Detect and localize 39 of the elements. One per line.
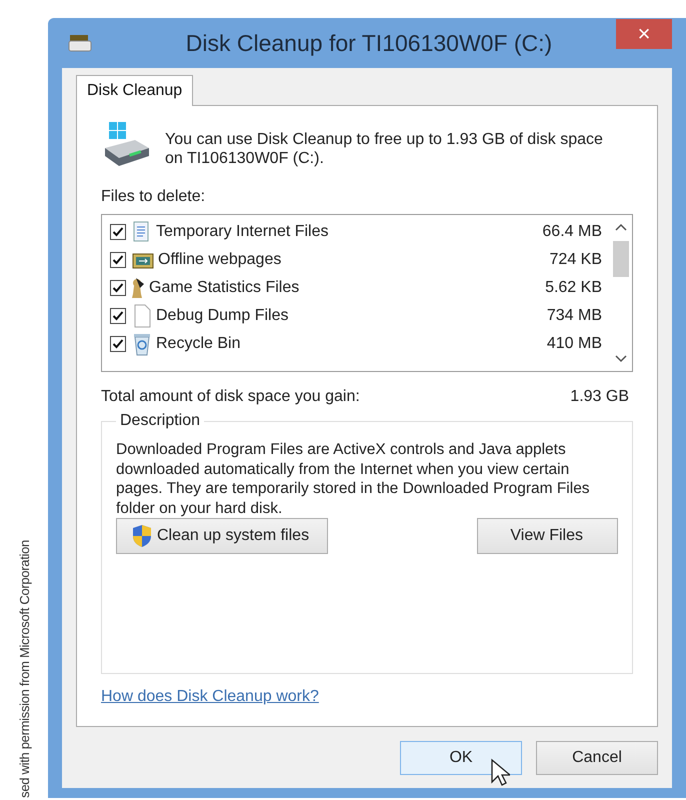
credit-line: sed with permission from Microsoft Corporation <box>16 540 32 798</box>
close-button[interactable]: × <box>616 19 672 49</box>
file-size: 734 MB <box>546 307 602 325</box>
file-name: Offline webpages <box>158 251 282 269</box>
shield-icon <box>131 524 153 548</box>
files-label: Files to delete: <box>101 188 206 206</box>
view-files-button[interactable]: View Files <box>477 518 618 554</box>
total-label: Total amount of disk space you gain: <box>101 388 360 406</box>
scroll-up-icon[interactable] <box>615 223 627 231</box>
clean-up-button[interactable]: Clean up system files <box>116 518 328 554</box>
file-name: Game Statistics Files <box>149 279 300 297</box>
file-name: Recycle Bin <box>156 335 242 353</box>
description-text: Downloaded Program Files are ActiveX controls and Java applets downloaded automatically from the Internet when you view certain pages. They are temporarily stored in the Downloaded Program Files folder on your hard disk. <box>116 440 591 518</box>
scroll-down-icon[interactable] <box>615 355 627 363</box>
recycle-bin-icon <box>132 332 152 356</box>
file-name: Debug Dump Files <box>156 307 290 325</box>
checkbox[interactable] <box>110 280 126 296</box>
help-link[interactable]: How does Disk Cleanup work? <box>101 688 319 706</box>
file-size: 724 KB <box>550 251 602 269</box>
mouse-pointer-icon <box>490 758 510 788</box>
blank-file-icon <box>132 304 152 328</box>
checkbox[interactable] <box>110 336 126 352</box>
checkbox[interactable] <box>110 224 126 240</box>
intro-text: You can use Disk Cleanup to free up to 1.93 GB of disk space on TI106130W0F (C:). <box>165 130 604 168</box>
scrollbar-thumb[interactable] <box>613 241 629 277</box>
total-value: 1.93 GB <box>570 388 629 406</box>
disk-cleanup-icon <box>68 33 92 53</box>
checkbox[interactable] <box>110 252 126 268</box>
file-size: 410 MB <box>546 335 602 353</box>
description-title: Description <box>119 412 202 430</box>
dialog-button[interactable]: Cancel <box>536 741 658 775</box>
window-title: Disk Cleanup for TI106130W0F (C:) <box>184 30 554 56</box>
file-size: 5.62 KB <box>545 279 602 297</box>
checkbox[interactable] <box>110 308 126 324</box>
file-name: Temporary Internet Files <box>156 223 330 241</box>
tab[interactable]: Disk Cleanup <box>76 75 194 106</box>
file-size: 66.4 MB <box>542 223 602 241</box>
dialog-button[interactable]: OK <box>400 741 522 775</box>
chess-piece-icon <box>132 278 145 298</box>
